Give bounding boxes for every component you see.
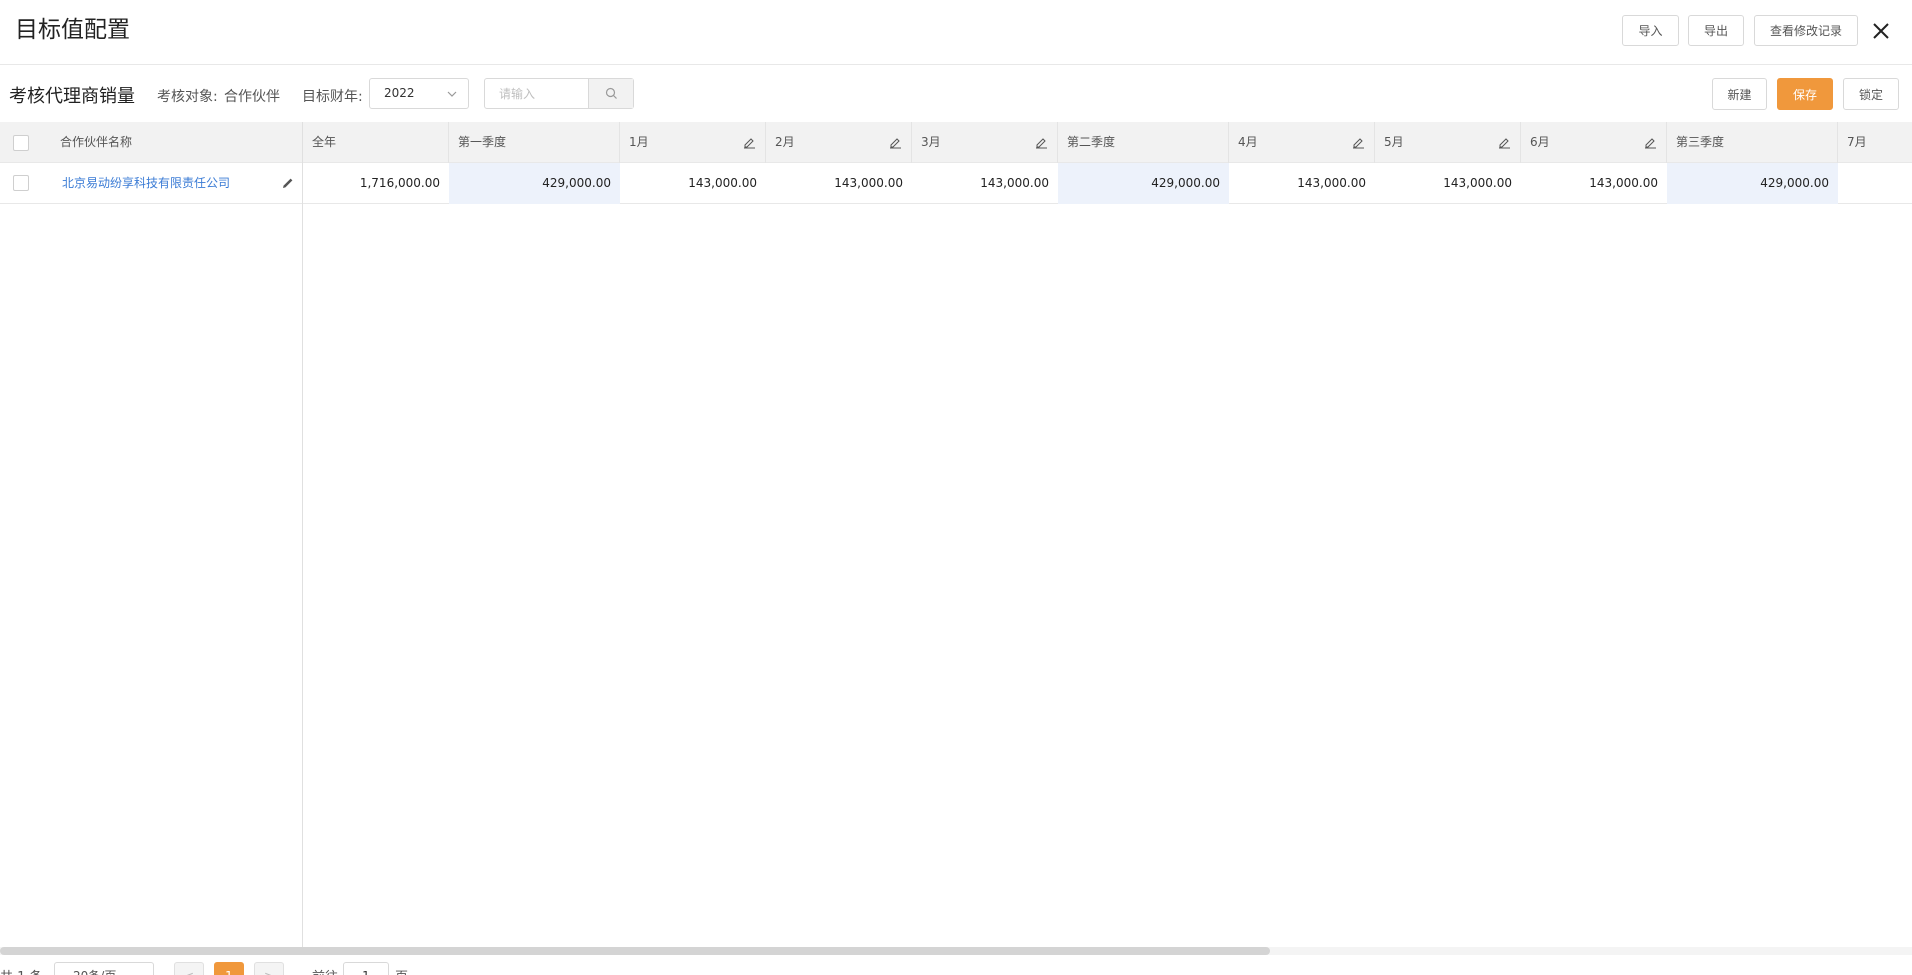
edit-column-icon[interactable] [742,135,756,149]
cell-m3[interactable]: 143,000.00 [912,163,1058,204]
cell-full-year: 1,716,000.00 [359,176,440,190]
goto-label: 前往 [312,966,338,975]
page-title: 目标值配置 [15,17,130,43]
edit-column-icon[interactable] [1034,135,1048,149]
total-count: 共 1 条 [0,966,43,975]
goto-page-input[interactable]: 1 [343,962,389,975]
select-all-checkbox[interactable] [13,135,29,151]
edit-column-icon[interactable] [1351,135,1365,149]
edit-column-icon[interactable] [888,135,902,149]
metric-title: 考核代理商销量 [9,86,135,107]
cell-m1[interactable]: 143,000.00 [620,163,766,204]
target-value: 合作伙伴 [224,89,280,105]
edit-column-icon[interactable] [1497,135,1511,149]
col-m7: 7月 [1847,135,1867,149]
horizontal-scrollbar[interactable] [0,947,1912,955]
year-label: 目标财年: [302,89,363,105]
col-m6: 6月 [1521,122,1667,163]
cell-q2: 429,000.00 [1058,163,1229,204]
prev-page-button[interactable]: < [174,962,204,975]
col-m4: 4月 [1229,122,1375,163]
col-m3: 3月 [912,122,1058,163]
search-box [484,78,634,109]
cell-m7[interactable] [1838,163,1912,204]
view-history-button[interactable]: 查看修改记录 [1754,15,1858,46]
pagination: 共 1 条 20条/页 < 1 > 前往 1 页 [0,962,1912,975]
goto-suffix: 页 [395,966,408,975]
chevron-down-icon [447,91,457,97]
new-button[interactable]: 新建 [1712,78,1767,110]
cell-q3: 429,000.00 [1667,163,1838,204]
table-header: 合作伙伴名称 全年 第一季度 1月 2月 3月 第二季度 4月 5月 6月 第三… [0,122,1912,163]
fixed-column-divider [302,122,303,947]
page-1-button[interactable]: 1 [214,962,244,975]
lock-button[interactable]: 锁定 [1843,78,1899,110]
import-button[interactable]: 导入 [1622,15,1679,46]
cell-m6[interactable]: 143,000.00 [1521,163,1667,204]
target-label: 考核对象: [157,89,218,105]
col-q2: 第二季度 [1058,122,1229,163]
cell-m2[interactable]: 143,000.00 [766,163,912,204]
search-button[interactable] [588,79,633,108]
year-select-value: 2022 [384,86,415,100]
target-config-page: 目标值配置 导入 导出 查看修改记录 考核代理商销量 考核对象: 合作伙伴 目标… [0,0,1912,975]
col-m5: 5月 [1375,122,1521,163]
search-input[interactable] [485,79,589,108]
edit-column-icon[interactable] [1643,135,1657,149]
target-table: 合作伙伴名称 全年 第一季度 1月 2月 3月 第二季度 4月 5月 6月 第三… [0,122,1912,947]
col-full-year: 全年 [303,122,449,163]
col-m1: 1月 [620,122,766,163]
row-checkbox[interactable] [13,175,29,191]
next-page-button[interactable]: > [254,962,284,975]
search-icon [605,87,617,99]
col-partner-name: 合作伙伴名称 [51,122,303,163]
col-m2: 2月 [766,122,912,163]
partner-name-link[interactable]: 北京易动纷享科技有限责任公司 [62,163,230,204]
export-button[interactable]: 导出 [1688,15,1744,46]
cell-q1: 429,000.00 [449,163,620,204]
close-icon[interactable] [1870,20,1892,42]
page-header: 目标值配置 导入 导出 查看修改记录 [0,0,1912,65]
col-q1: 第一季度 [449,122,620,163]
col-q3: 第三季度 [1667,122,1838,163]
filter-toolbar: 考核代理商销量 考核对象: 合作伙伴 目标财年: 2022 新建 保存 锁定 [0,66,1912,122]
save-button[interactable]: 保存 [1777,78,1833,110]
year-select[interactable]: 2022 [369,78,469,109]
table-row: 北京易动纷享科技有限责任公司 1,716,000.00 429,000.00 1… [0,163,1912,204]
page-size-select[interactable]: 20条/页 [54,962,154,975]
scrollbar-thumb[interactable] [0,947,1270,955]
cell-m4[interactable]: 143,000.00 [1229,163,1375,204]
pencil-icon[interactable] [281,176,295,190]
cell-m5[interactable]: 143,000.00 [1375,163,1521,204]
